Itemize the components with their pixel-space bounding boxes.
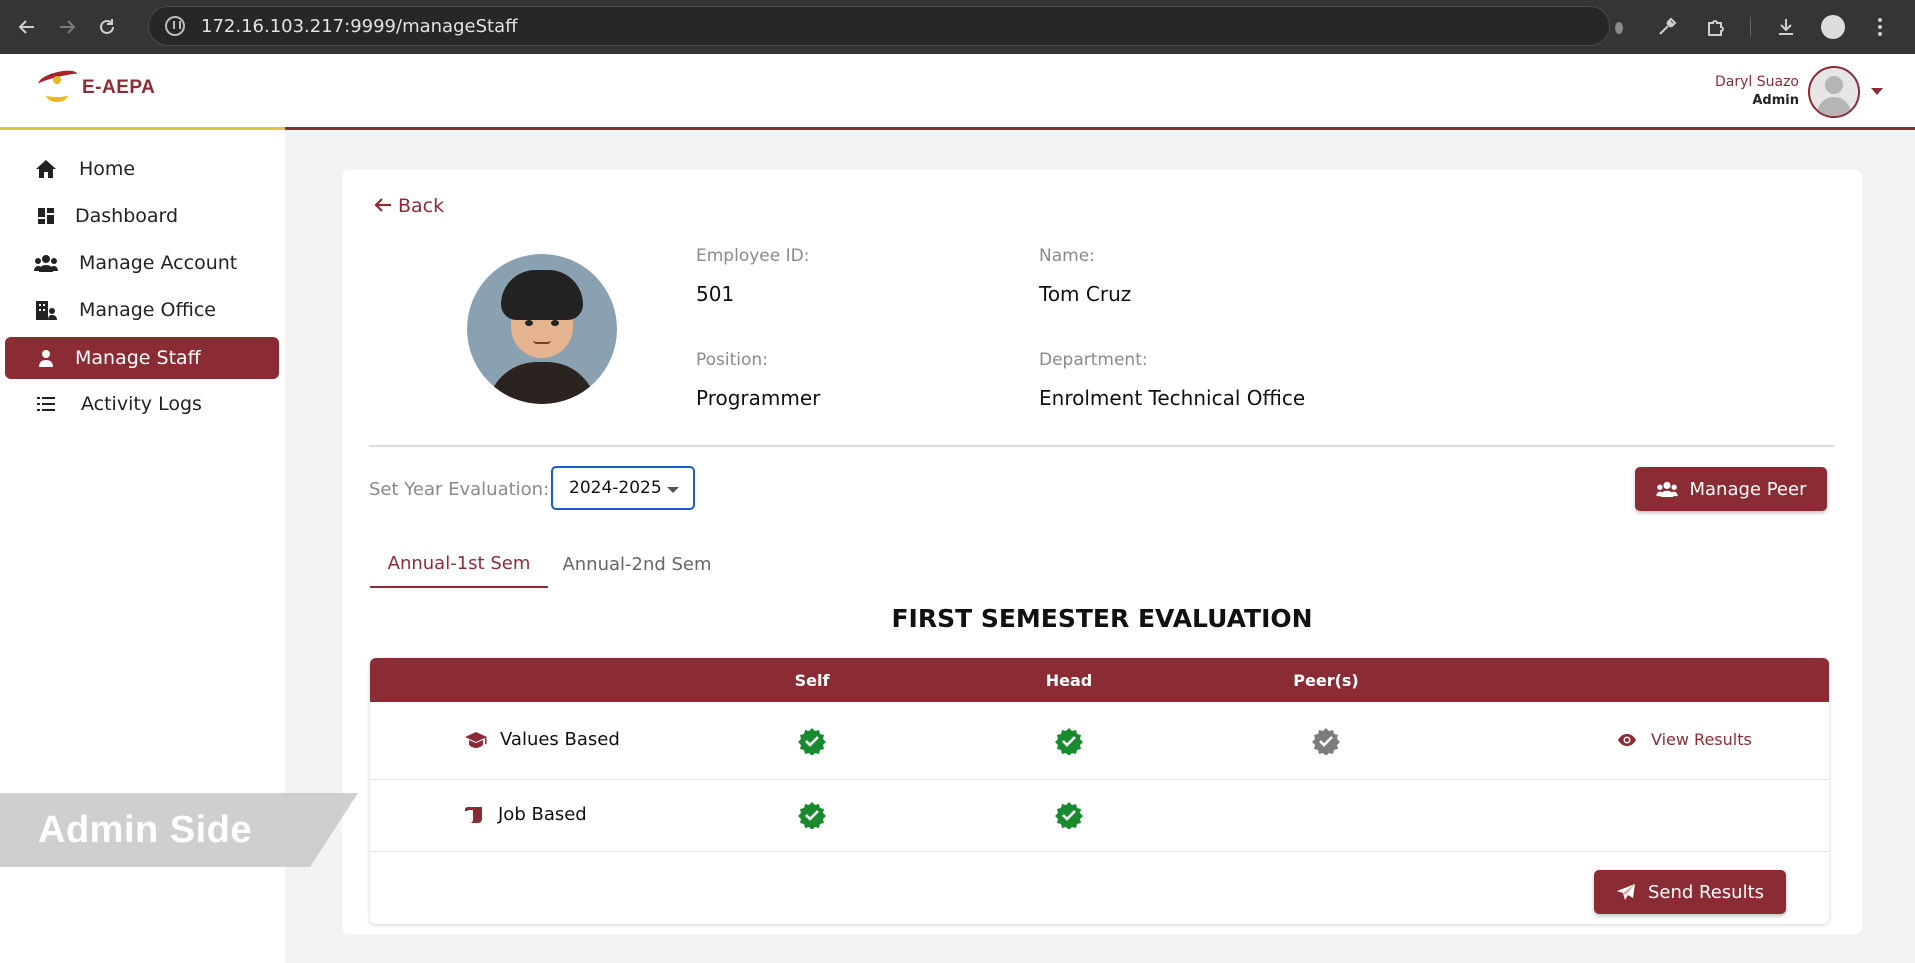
check-badge-icon [798, 728, 826, 755]
sidebar-item-dashboard[interactable]: Dashboard [5, 195, 279, 237]
back-arrow-icon [374, 194, 392, 218]
chevron-down-icon [667, 487, 679, 493]
sidebar-item-label: Dashboard [75, 205, 179, 227]
table-row: Job Based [370, 780, 1829, 852]
address-bar[interactable]: 172.16.103.217:9999/manageStaff [148, 6, 1610, 46]
check-badge-icon [1055, 802, 1083, 829]
tab-label: Annual-1st Sem [387, 552, 531, 574]
check-badge-pending-icon [1312, 728, 1340, 755]
column-header-head: Head [1045, 670, 1093, 690]
user-role: Admin [1752, 93, 1799, 108]
employee-id-value: 501 [696, 282, 735, 306]
year-evaluation-select[interactable]: 2024-2025 [551, 466, 695, 510]
download-icon[interactable] [1773, 14, 1799, 40]
scroll-icon [464, 806, 486, 824]
header-accent-red [285, 127, 1915, 130]
row-label-text: Job Based [498, 804, 587, 825]
watermark-text: Admin Side [38, 808, 253, 851]
sidebar-item-manage-office[interactable]: Manage Office [5, 289, 279, 331]
sidebar-item-label: Manage Staff [75, 347, 201, 369]
profile-avatar-icon[interactable] [1821, 15, 1845, 39]
graduation-cap-icon [464, 731, 488, 749]
sidebar-item-label: Manage Office [79, 299, 216, 321]
user-info: Daryl Suazo Admin [1715, 74, 1799, 108]
check-badge-icon [1055, 728, 1083, 755]
department-value: Enrolment Technical Office [1039, 386, 1306, 410]
name-label: Name: [1039, 246, 1095, 266]
tab-annual-1st-sem[interactable]: Annual-1st Sem [370, 540, 548, 588]
user-name: Daryl Suazo [1715, 74, 1799, 90]
users-icon [1655, 481, 1678, 497]
row-label-job-based: Job Based [464, 804, 587, 825]
app-logo[interactable]: E-AEPA [36, 67, 156, 108]
send-results-label: Send Results [1647, 881, 1765, 903]
view-results-link[interactable]: View Results [1617, 730, 1752, 749]
sidebar-item-manage-staff[interactable]: Manage Staff [5, 337, 279, 379]
column-header-self: Self [794, 670, 830, 690]
site-info-icon[interactable] [165, 16, 185, 36]
row-label-text: Values Based [500, 729, 620, 750]
reload-icon[interactable] [94, 14, 120, 40]
sidebar-item-label: Home [79, 158, 136, 180]
logo-text: E-AEPA [82, 77, 156, 98]
menu-dots-icon[interactable] [1867, 14, 1893, 40]
browser-toolbar: 172.16.103.217:9999/manageStaff [0, 0, 1915, 54]
tab-annual-2nd-sem[interactable]: Annual-2nd Sem [548, 540, 726, 588]
eye-icon [1617, 733, 1637, 747]
sidebar-item-label: Manage Account [79, 252, 238, 274]
manage-peer-label: Manage Peer [1689, 478, 1807, 500]
send-results-button[interactable]: Send Results [1594, 870, 1786, 914]
table-row: Values Based View Results [370, 702, 1829, 780]
evaluation-table: Self Head Peer(s) Values Based View Resu… [370, 658, 1829, 924]
employee-id-label: Employee ID: [696, 246, 810, 266]
year-evaluation-label: Set Year Evaluation: [369, 479, 550, 500]
home-icon [33, 158, 59, 180]
toolbar-separator [1750, 17, 1751, 37]
office-icon [33, 299, 59, 321]
sidebar-item-home[interactable]: Home [5, 148, 279, 190]
employee-photo [467, 254, 617, 404]
manage-peer-button[interactable]: Manage Peer [1635, 467, 1827, 511]
column-header-peers: Peer(s) [1293, 670, 1359, 690]
department-label: Department: [1039, 350, 1148, 370]
year-evaluation-value: 2024-2025 [569, 478, 662, 498]
chevron-down-icon[interactable] [1871, 88, 1883, 95]
users-icon [33, 252, 59, 274]
logo-mark-icon [36, 67, 80, 108]
app-header: E-AEPA Daryl Suazo Admin [0, 54, 1915, 129]
paper-plane-icon [1616, 883, 1636, 901]
dashboard-icon [33, 205, 59, 227]
check-badge-icon [798, 802, 826, 829]
sidebar-item-label: Activity Logs [81, 393, 202, 415]
back-arrow-icon[interactable] [14, 14, 40, 40]
extension-dot-icon[interactable] [1606, 14, 1632, 40]
back-link[interactable]: Back [374, 194, 444, 218]
view-results-label: View Results [1651, 730, 1752, 749]
divider [369, 445, 1834, 447]
tab-label: Annual-2nd Sem [562, 553, 712, 575]
position-value: Programmer [696, 386, 821, 410]
avatar[interactable] [1808, 66, 1860, 118]
table-header: Self Head Peer(s) [370, 658, 1829, 702]
section-title: FIRST SEMESTER EVALUATION [891, 604, 1313, 633]
staff-detail-card: Back Employee ID: 501 Name: Tom Cruz Pos… [342, 170, 1862, 934]
back-label: Back [398, 195, 445, 217]
sidebar-item-manage-account[interactable]: Manage Account [5, 242, 279, 284]
position-label: Position: [696, 350, 768, 370]
row-label-values-based: Values Based [464, 729, 620, 750]
name-value: Tom Cruz [1039, 282, 1132, 306]
list-icon [33, 393, 59, 415]
sidebar-item-activity-logs[interactable]: Activity Logs [5, 383, 279, 425]
eyedropper-icon[interactable] [1654, 14, 1680, 40]
url-text: 172.16.103.217:9999/manageStaff [201, 15, 518, 37]
forward-arrow-icon[interactable] [54, 14, 80, 40]
admin-side-watermark: Admin Side [0, 793, 358, 867]
extensions-puzzle-icon[interactable] [1702, 14, 1728, 40]
user-icon [33, 347, 59, 369]
